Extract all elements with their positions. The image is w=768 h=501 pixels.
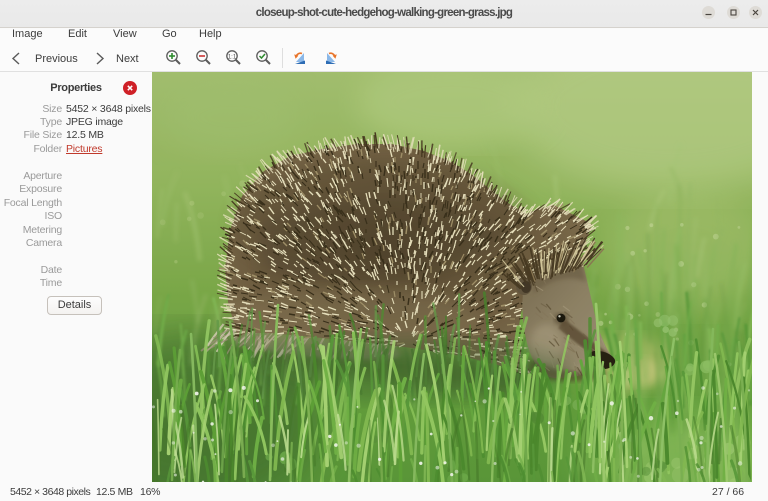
svg-text:1:1: 1:1: [228, 55, 237, 61]
